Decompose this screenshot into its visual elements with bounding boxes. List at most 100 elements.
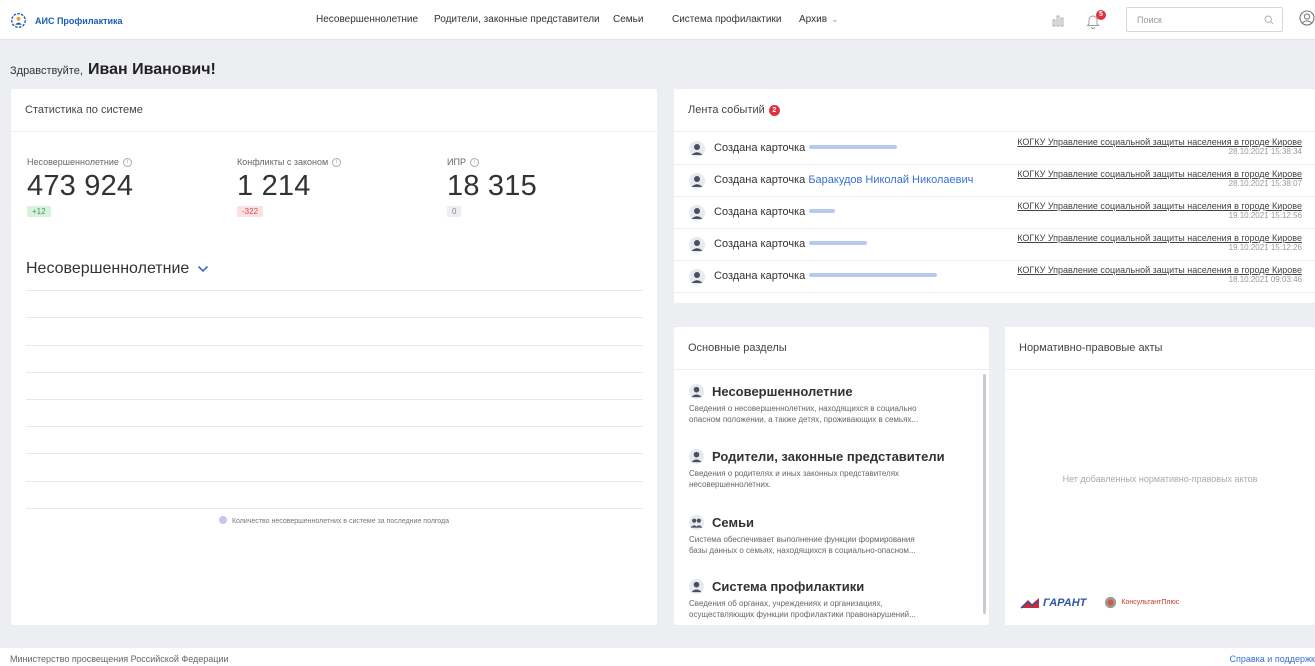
feed-item-text: Создана карточка — [714, 270, 938, 282]
feed-org-link[interactable]: КОГКУ Управление социальной защиты насел… — [1017, 265, 1302, 275]
stats-title: Статистика по системе — [11, 89, 657, 132]
feed-action: Создана карточка — [714, 174, 806, 186]
info-icon[interactable]: i — [332, 157, 342, 167]
chart-gridline — [26, 453, 643, 454]
feed-org-link[interactable]: КОГКУ Управление социальной защиты насел… — [1017, 233, 1302, 243]
chart-gridline — [26, 290, 643, 291]
nav-parents[interactable]: Родители, законные представители — [434, 14, 600, 25]
blurred-name — [809, 145, 898, 149]
nav-archive[interactable]: Архив ⌄ — [799, 14, 839, 25]
stat-conflicts: Конфликты с законом i 1 214 -322 — [237, 157, 342, 217]
legend-label: Количество несовершеннолетних в системе … — [231, 518, 450, 525]
avatar-icon — [689, 173, 705, 189]
feed-title: Лента событий — [688, 104, 765, 116]
chart-selector[interactable]: Несовершеннолетние — [26, 260, 209, 278]
feed-action: Создана карточка — [714, 238, 806, 250]
greeting-name: Иван Иванович! — [87, 61, 216, 78]
stat-label: Конфликты с законом — [237, 157, 329, 167]
feed-org-link[interactable]: КОГКУ Управление социальной защиты насел… — [1017, 137, 1302, 147]
feed-item-text: Создана карточка — [714, 238, 868, 250]
feed-item-text: Создана карточка — [714, 206, 836, 218]
footer-help-link[interactable]: Справка и поддержк — [1230, 654, 1315, 664]
nav-families[interactable]: Семьи — [613, 14, 643, 25]
section-description: Сведения об органах, учреждениях и орган… — [689, 598, 959, 620]
user-icon[interactable] — [1297, 9, 1315, 29]
feed-org-link[interactable]: КОГКУ Управление социальной защиты насел… — [1017, 201, 1302, 211]
section-desc-line: Система обеспечивает выполнение функции … — [689, 535, 915, 544]
logo-icon — [11, 13, 26, 28]
section-desc-line: опасном положении, а также детях, прожив… — [689, 415, 919, 424]
feed-person-link[interactable]: Баракудов Николай Николаевич — [808, 174, 973, 186]
chart-icon[interactable] — [1052, 13, 1066, 27]
chart-gridline — [26, 399, 643, 400]
laws-logos: ГАРАНТ КонсультантПлюс — [1020, 596, 1179, 609]
section-families[interactable]: Семьи Система обеспечивает выполнение фу… — [689, 515, 959, 556]
feed-item[interactable]: Создана карточка КОГКУ Управление социал… — [674, 261, 1315, 293]
garant-label: ГАРАНТ — [1043, 596, 1087, 609]
garant-logo[interactable]: ГАРАНТ — [1020, 597, 1086, 609]
feed-item[interactable]: Создана карточка КОГКУ Управление социал… — [674, 229, 1315, 261]
section-desc-line: Сведения о родителях и иных законных пре… — [689, 469, 900, 478]
chevron-down-icon — [198, 265, 209, 273]
family-icon — [689, 515, 704, 530]
section-description: Сведения о родителях и иных законных пре… — [689, 468, 959, 490]
info-icon[interactable]: i — [469, 157, 479, 167]
section-title: Система профилактики — [712, 579, 865, 594]
chart-gridline — [26, 426, 643, 427]
section-description: Сведения о несовершеннолетних, находящих… — [689, 403, 959, 425]
chart-gridline — [26, 317, 643, 318]
app-logo[interactable]: АИС Профилактика — [10, 12, 123, 29]
app-title: АИС Профилактика — [35, 15, 123, 26]
section-desc-line: базы данных о семьях, находящихся в соци… — [689, 546, 916, 555]
section-desc-line: Сведения о несовершеннолетних, находящих… — [689, 404, 917, 413]
section-title-row: Система профилактики — [689, 579, 959, 594]
notifications-badge: 5 — [1096, 10, 1106, 20]
consultant-logo[interactable]: КонсультантПлюс — [1104, 596, 1179, 609]
chart-legend: Количество несовершеннолетних в системе … — [11, 516, 657, 525]
chart-gridline — [26, 481, 643, 482]
section-title: Семьи — [712, 515, 755, 530]
search-icon[interactable] — [1264, 15, 1274, 25]
search-box[interactable] — [1126, 7, 1283, 32]
laws-title: Нормативно-правовые акты — [1005, 327, 1315, 370]
info-icon[interactable]: i — [122, 157, 132, 167]
main-sections-card: Основные разделы Несовершеннолетние Свед… — [674, 327, 989, 625]
feed-date: 28.10.2021 15:38:34 — [1228, 147, 1302, 156]
footer: Министерство просвещения Российской Феде… — [0, 648, 1315, 666]
section-parents[interactable]: Родители, законные представители Сведени… — [689, 449, 959, 490]
stat-minors-label-row: Несовершеннолетние i — [27, 157, 133, 167]
stat-value: 473 924 — [27, 170, 134, 202]
avatar-icon — [689, 237, 705, 253]
blurred-name — [809, 241, 868, 245]
avatar-icon — [689, 579, 704, 594]
stat-delta: -322 — [237, 206, 264, 217]
feed-action: Создана карточка — [714, 206, 806, 218]
legend-marker — [218, 516, 227, 524]
feed-date: 18.10.2021 09:03:46 — [1228, 275, 1302, 284]
stat-ipr-label-row: ИПР i — [447, 157, 537, 167]
nav-prevention-system[interactable]: Система профилактики — [672, 14, 781, 25]
feed-org-link[interactable]: КОГКУ Управление социальной защиты насел… — [1017, 169, 1302, 179]
scrollbar[interactable] — [983, 374, 986, 614]
section-prevention-system[interactable]: Система профилактики Сведения об органах… — [689, 579, 959, 620]
section-minors[interactable]: Несовершеннолетние Сведения о несовершен… — [689, 384, 959, 425]
feed-item[interactable]: Создана карточка Баракудов Николай Никол… — [674, 165, 1315, 197]
avatar-icon — [689, 449, 704, 464]
consultant-logo-icon — [1105, 596, 1117, 609]
greeting-prefix: Здравствуйте, — [10, 65, 83, 77]
feed-item[interactable]: Создана карточка КОГКУ Управление социал… — [674, 197, 1315, 229]
stats-card: Статистика по системе Несовершеннолетние… — [11, 89, 657, 625]
section-title: Несовершеннолетние — [712, 384, 853, 399]
feed-item[interactable]: Создана карточка КОГКУ Управление социал… — [674, 133, 1315, 165]
nav-minors[interactable]: Несовершеннолетние — [316, 14, 418, 25]
feed-header: Лента событий 2 — [674, 89, 1315, 132]
search-input[interactable] — [1127, 8, 1252, 31]
laws-empty-message: Нет добавленных нормативно-правовых акто… — [1062, 474, 1258, 484]
avatar-icon — [689, 269, 705, 285]
event-feed-card: Лента событий 2 Создана карточка КОГКУ Уп… — [674, 89, 1315, 303]
blurred-name — [809, 209, 836, 213]
feed-badge: 2 — [768, 105, 780, 116]
stat-value: 18 315 — [447, 170, 537, 202]
chart-gridline — [26, 372, 643, 373]
stat-value: 1 214 — [237, 170, 311, 202]
